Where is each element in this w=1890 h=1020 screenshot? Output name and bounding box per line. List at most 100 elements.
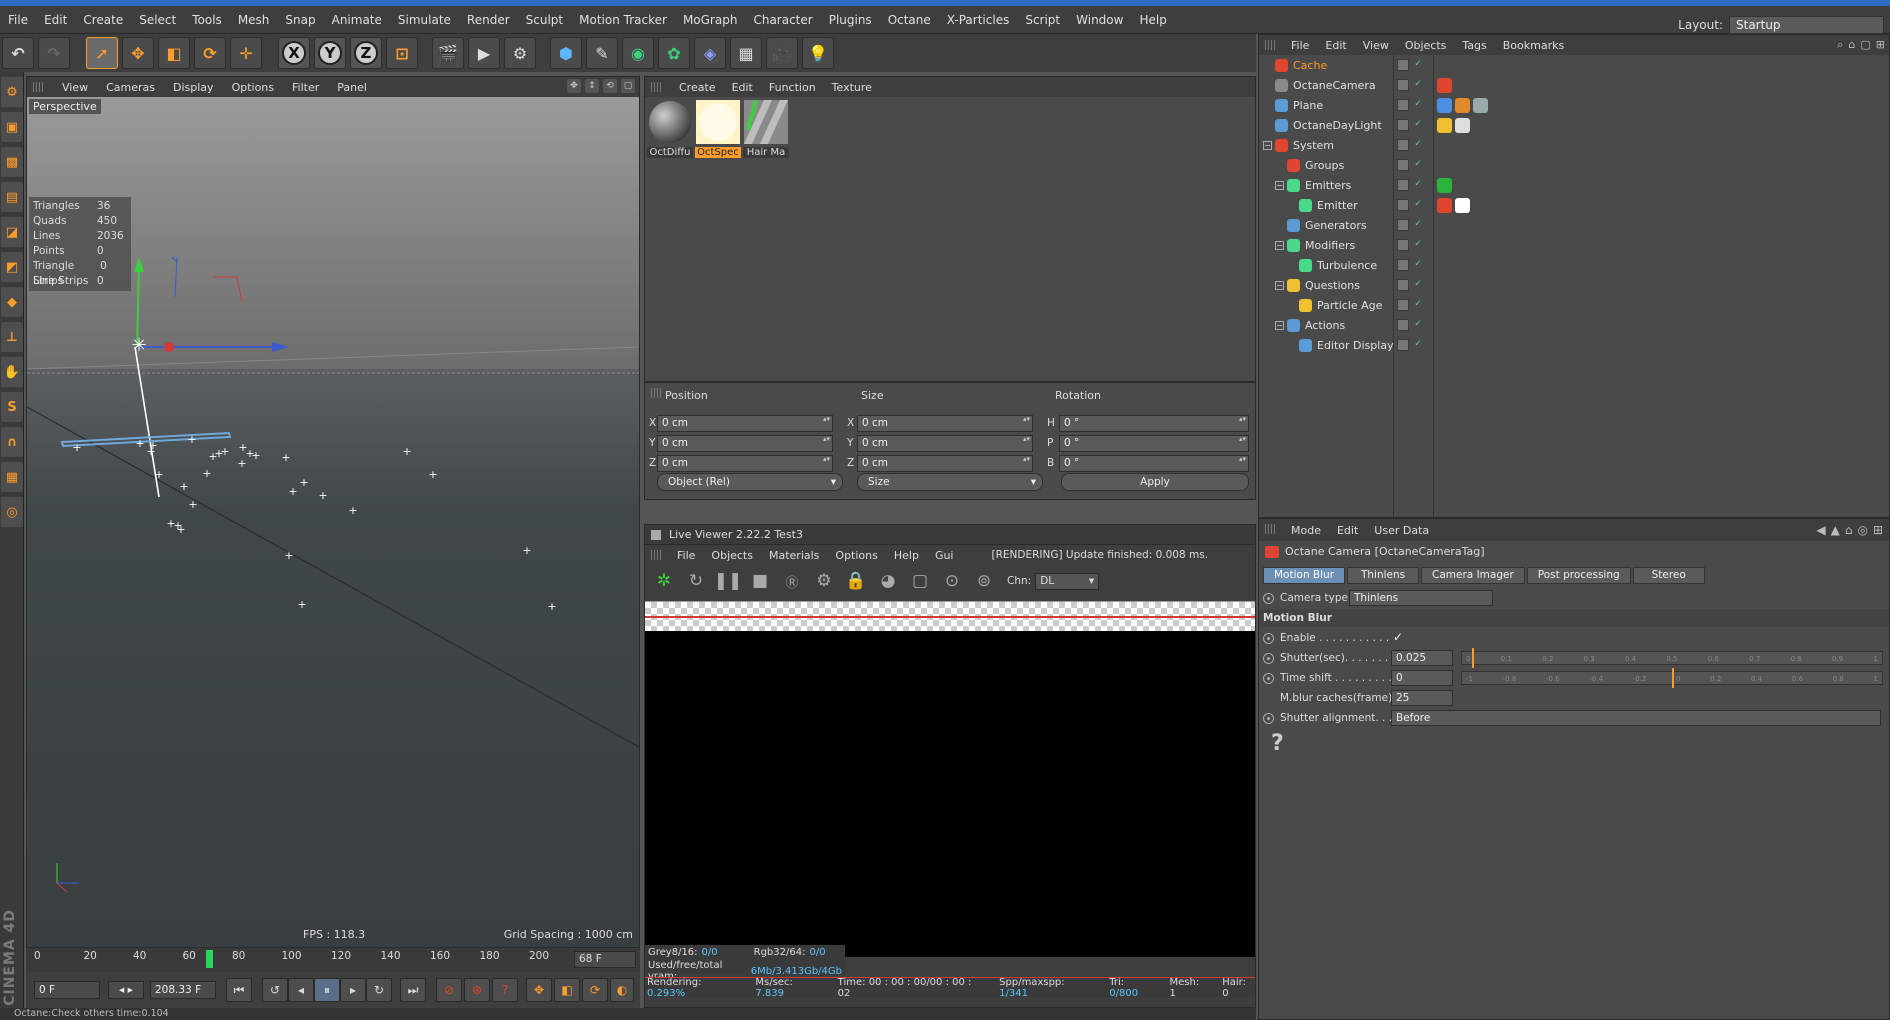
deformer-icon[interactable]: ◈ [694,37,726,69]
enabled-check-icon[interactable]: ✓ [1412,199,1424,211]
enabled-check-icon[interactable]: ✓ [1412,119,1424,131]
enabled-check-icon[interactable]: ✓ [1412,319,1424,331]
up-arrow-icon[interactable]: ▲ [1831,523,1840,537]
viewport-menu-display[interactable]: Display [164,81,223,94]
menu-item-simulate[interactable]: Simulate [390,6,459,34]
tag-icon[interactable] [1437,117,1452,133]
menu-item-select[interactable]: Select [131,6,184,34]
tab-thinlens[interactable]: Thinlens [1347,567,1420,584]
perspective-viewport[interactable]: View Cameras Display Options Filter Panel ✥ ↕… [26,76,640,948]
rotate-tool-icon[interactable]: ⟳ [194,37,226,69]
material-menu-create[interactable]: Create [671,81,724,94]
lock-resolution-icon[interactable]: 🔒 [841,568,871,594]
history-icon[interactable]: ◎ [1857,523,1867,537]
solo-icon[interactable]: S [1,392,23,422]
fps-field[interactable]: 208.33 F [150,981,216,999]
editor-render-visibility-icon[interactable] [1397,219,1409,231]
layout-dropdown[interactable]: Startup [1729,16,1884,34]
object-name[interactable]: Emitter [1317,199,1358,212]
menu-item-tools[interactable]: Tools [184,6,230,34]
array-icon[interactable]: ✿ [658,37,690,69]
expand-toggle-icon[interactable]: − [1275,240,1284,250]
shutter-alignment-dropdown[interactable]: Before [1391,710,1881,726]
subdivision-surface-icon[interactable]: ◉ [622,37,654,69]
enabled-check-icon[interactable]: ✓ [1412,219,1424,231]
attribute-menu-mode[interactable]: Mode [1283,524,1329,537]
goto-end-icon[interactable]: ⏭ [400,978,426,1002]
size-y-input[interactable]: 0 cm [857,435,1033,452]
points-mode-icon[interactable]: ◪ [1,217,23,247]
object-row-particle-age[interactable]: Particle Age ✓ [1259,295,1889,315]
attribute-menu-edit[interactable]: Edit [1329,524,1366,537]
tag-icon[interactable] [1455,197,1470,213]
octane-start-render-icon[interactable]: ✲ [649,568,679,594]
animate-radio-icon[interactable] [1263,592,1274,604]
restart-render-icon[interactable]: ↻ [681,568,711,594]
search-icon[interactable]: ⌕ [1837,38,1843,52]
object-row-system[interactable]: − System ✓ [1259,135,1889,155]
redo-icon[interactable]: ↷ [38,37,70,69]
back-arrow-icon[interactable]: ◀ [1816,523,1825,537]
render-settings-icon[interactable]: ⚙ [809,568,839,594]
edges-mode-icon[interactable]: ◩ [1,252,23,282]
editor-render-visibility-icon[interactable] [1397,139,1409,151]
enabled-check-icon[interactable]: ✓ [1412,139,1424,151]
texture-mode-icon[interactable]: ▩ [1,147,23,177]
toggle-view-icon[interactable]: ▢ [621,79,635,93]
pan-icon[interactable]: ✥ [567,79,581,93]
object-name[interactable]: Modifiers [1305,239,1355,252]
menu-item-window[interactable]: Window [1068,6,1131,34]
animate-radio-icon[interactable] [1263,712,1274,724]
menu-item-create[interactable]: Create [75,6,131,34]
apply-button[interactable]: Apply [1061,473,1249,491]
pick-material-icon[interactable]: ⊚ [969,568,999,594]
menu-item-snap[interactable]: Snap [277,6,323,34]
y-axis-lock-icon[interactable]: Y [314,37,346,69]
next-key-icon[interactable]: ↻ [366,978,392,1002]
channel-dropdown[interactable]: DL [1035,572,1100,590]
pause-render-icon[interactable]: ❚❚ [713,568,743,594]
object-name[interactable]: Turbulence [1317,259,1377,272]
size-x-input[interactable]: 0 cm [857,415,1033,432]
orbit-icon[interactable]: ⟲ [603,79,617,93]
new-window-icon[interactable]: ⊞ [1876,38,1885,52]
enabled-check-icon[interactable]: ✓ [1412,59,1424,71]
object-name[interactable]: Cache [1293,59,1327,72]
object-row-modifiers[interactable]: − Modifiers ✓ [1259,235,1889,255]
current-frame-field[interactable]: 0 F [34,981,100,999]
live-selection-icon[interactable]: ➚ [86,37,118,69]
tag-icon[interactable] [1437,177,1452,193]
material-octdiffuse[interactable]: OctDiffu [647,99,693,158]
coord-mode-dropdown[interactable]: Object (Rel) [657,473,843,491]
editor-render-visibility-icon[interactable] [1397,259,1409,271]
object-menu-tags[interactable]: Tags [1454,39,1494,52]
shutter-slider[interactable]: 0 0.1 0.2 0.3 0.4 0.5 0.6 0.7 0.8 0.9 1 [1461,648,1883,668]
tab-stereo[interactable]: Stereo [1632,567,1705,584]
menu-item-file[interactable]: File [0,6,36,34]
object-row-cache[interactable]: Cache ✓ [1259,55,1889,75]
viewport-menu-panel[interactable]: Panel [328,81,376,94]
timeline-end-frame[interactable]: 68 F [574,951,636,968]
viewport-menu-options[interactable]: Options [223,81,283,94]
clay-mode-icon[interactable]: ▢ [905,568,935,594]
object-name[interactable]: Actions [1305,319,1345,332]
enable-checkbox[interactable]: ✓ [1393,630,1403,644]
region-render-icon[interactable]: Ⓡ [777,568,807,594]
menu-item-script[interactable]: Script [1017,6,1068,34]
object-menu-objects[interactable]: Objects [1397,39,1455,52]
editor-render-visibility-icon[interactable] [1397,239,1409,251]
layout-selector[interactable]: Layout: Startup [1678,16,1884,34]
material-menu-edit[interactable]: Edit [724,81,761,94]
time-shift-input[interactable]: 0 [1391,670,1453,686]
camera-type-dropdown[interactable]: Thinlens [1349,590,1493,606]
object-menu-file[interactable]: File [1283,39,1317,52]
editor-render-visibility-icon[interactable] [1397,119,1409,131]
render-picture-viewer-icon[interactable]: ▶ [468,37,500,69]
size-z-input[interactable]: 0 cm [857,455,1033,472]
tab-camera-imager[interactable]: Camera Imager [1421,567,1525,584]
viewport-menu-view[interactable]: View [53,81,97,94]
rot-p-input[interactable]: 0 ° [1059,435,1249,452]
x-axis-lock-icon[interactable]: X [278,37,310,69]
enabled-check-icon[interactable]: ✓ [1412,179,1424,191]
object-menu-edit[interactable]: Edit [1317,39,1354,52]
